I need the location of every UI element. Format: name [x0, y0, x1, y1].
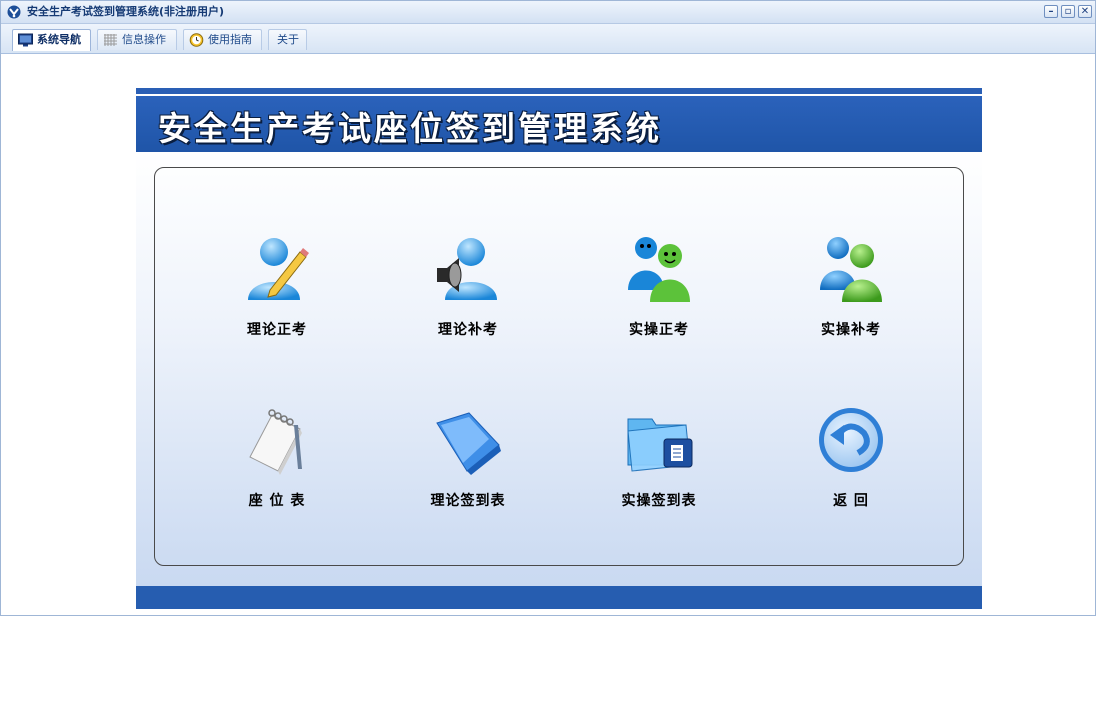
app-logo-icon — [7, 5, 21, 19]
menu-item-return[interactable]: 返 回 — [786, 405, 916, 525]
tab-info-operations[interactable]: 信息操作 — [97, 29, 177, 50]
minimize-button[interactable]: – — [1044, 5, 1058, 18]
folder-document-icon — [627, 418, 693, 472]
toolbar: 系统导航 信息操作 使用指南 关于 — [1, 24, 1095, 54]
monitor-icon — [18, 33, 33, 47]
tab-about[interactable]: 关于 — [268, 29, 307, 50]
menu-item-practical-exam[interactable]: 实操正考 — [594, 234, 724, 354]
menu-item-label: 理论正考 — [247, 322, 307, 338]
user-pencil-icon — [248, 238, 309, 300]
tab-user-guide[interactable]: 使用指南 — [183, 29, 262, 50]
menu-item-label: 实操补考 — [821, 322, 881, 338]
folder-open-icon — [436, 412, 501, 475]
menu-item-label: 理论补考 — [438, 322, 498, 338]
tab-label: 关于 — [277, 33, 299, 46]
menu-item-label: 返 回 — [833, 493, 869, 509]
system-title: 安全生产考试座位签到管理系统 — [158, 109, 662, 148]
tab-system-navigation[interactable]: 系统导航 — [12, 29, 91, 51]
notepad-icon — [249, 409, 302, 475]
menu-item-practical-makeup[interactable]: 实操补考 — [786, 234, 916, 354]
menu-item-label: 理论签到表 — [430, 493, 506, 509]
menu-item-theory-signin-sheet[interactable]: 理论签到表 — [403, 405, 533, 525]
app-window: 安全生产考试签到管理系统(非注册用户) – ▫ ✕ 系统导航 信息操作 使用指南… — [0, 0, 1096, 616]
close-button[interactable]: ✕ — [1078, 5, 1092, 18]
return-icon — [819, 408, 883, 472]
title-bar: 安全生产考试签到管理系统(非注册用户) – ▫ ✕ — [1, 1, 1095, 24]
menu-item-label: 实操签到表 — [621, 493, 697, 509]
restore-button[interactable]: ▫ — [1061, 5, 1075, 18]
footer-bar — [136, 586, 982, 609]
clock-icon — [189, 33, 204, 47]
menu-item-label: 实操正考 — [629, 322, 689, 338]
header-banner: 安全生产考试座位签到管理系统 — [136, 96, 982, 152]
tab-label: 信息操作 — [122, 33, 166, 46]
user-speaker-icon — [437, 238, 497, 300]
menu-item-theory-makeup[interactable]: 理论补考 — [403, 234, 533, 354]
grid-icon — [104, 34, 117, 46]
menu-frame: 理论正考 理论补考 实操正考 实操补考 座 位 表 理论签到表 实操签到表 返 … — [154, 167, 964, 566]
menu-item-practical-signin-sheet[interactable]: 实操签到表 — [594, 405, 724, 525]
menu-item-label: 座 位 表 — [248, 493, 306, 509]
main-panel: 安全生产考试座位签到管理系统 理论正考 理论补考 实操正考 实操补考 座 位 表… — [136, 88, 982, 609]
tab-label: 使用指南 — [208, 33, 252, 46]
menu-item-seat-table[interactable]: 座 位 表 — [212, 405, 342, 525]
menu-item-theory-exam[interactable]: 理论正考 — [212, 234, 342, 354]
window-title: 安全生产考试签到管理系统(非注册用户) — [27, 5, 225, 18]
users-smile-icon — [628, 237, 690, 302]
users-icon — [820, 237, 882, 302]
tab-label: 系统导航 — [37, 33, 81, 46]
